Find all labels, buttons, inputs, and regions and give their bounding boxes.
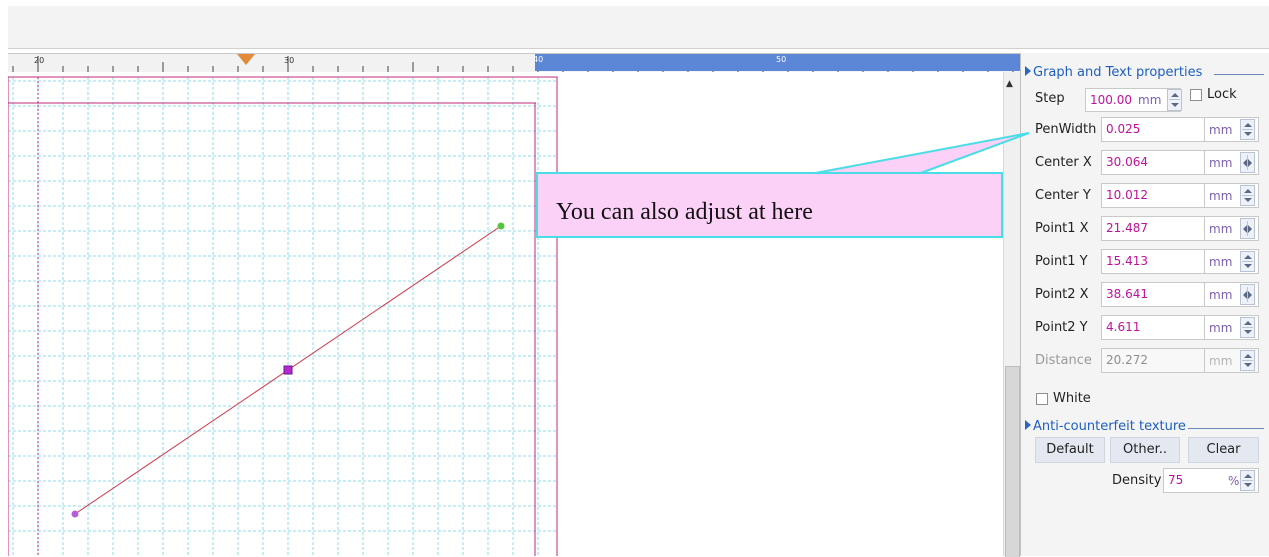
density-spinner[interactable] bbox=[1240, 470, 1255, 491]
step-value: 100.00 bbox=[1090, 93, 1132, 107]
step-spinner[interactable] bbox=[1167, 89, 1182, 111]
center-x-label: Center X bbox=[1035, 155, 1092, 170]
callout-text: You can also adjust at here bbox=[556, 199, 813, 225]
point2-x-value: 38.641 bbox=[1106, 287, 1148, 301]
center-x-input[interactable]: 30.064 bbox=[1101, 150, 1205, 175]
white-label: White bbox=[1053, 391, 1091, 406]
point2-x-horizontal-spinner[interactable] bbox=[1240, 284, 1255, 305]
section-title: Anti-counterfeit texture bbox=[1033, 419, 1186, 434]
line-endpoint-2-handle[interactable] bbox=[497, 222, 505, 230]
point1-x-input[interactable]: 21.487 bbox=[1101, 216, 1205, 241]
penwidth-unit: mm bbox=[1209, 123, 1233, 137]
point2-y-unit: mm bbox=[1209, 321, 1233, 335]
ruler-label-30: 30 bbox=[284, 56, 295, 65]
section-divider bbox=[1188, 428, 1264, 429]
white-checkbox[interactable] bbox=[1036, 393, 1048, 405]
page-boundary bbox=[8, 76, 558, 556]
ruler-position-marker[interactable] bbox=[237, 54, 255, 65]
penwidth-label: PenWidth bbox=[1035, 122, 1097, 137]
lock-checkbox[interactable] bbox=[1190, 89, 1202, 101]
center-y-value: 10.012 bbox=[1106, 188, 1148, 202]
ruler-label-50: 50 bbox=[776, 55, 787, 64]
center-y-unit: mm bbox=[1209, 189, 1233, 203]
distance-spinner bbox=[1240, 350, 1255, 371]
scroll-up-arrow-icon[interactable]: ▲ bbox=[1006, 79, 1013, 89]
center-x-value: 30.064 bbox=[1106, 155, 1148, 169]
point2-y-spinner[interactable] bbox=[1240, 317, 1255, 338]
density-value: 75 bbox=[1168, 473, 1184, 487]
center-x-unit: mm bbox=[1209, 156, 1233, 170]
point1-y-value: 15.413 bbox=[1106, 254, 1148, 268]
canvas-svg bbox=[8, 76, 558, 556]
point1-y-label: Point1 Y bbox=[1035, 254, 1088, 269]
section-divider bbox=[1214, 74, 1264, 75]
center-y-input[interactable]: 10.012 bbox=[1101, 183, 1205, 208]
distance-value: 20.272 bbox=[1106, 353, 1148, 367]
point1-x-horizontal-spinner[interactable] bbox=[1240, 218, 1255, 239]
section-expand-icon bbox=[1025, 66, 1031, 76]
density-unit: % bbox=[1228, 474, 1240, 488]
section-anti-counterfeit-texture[interactable]: Anti-counterfeit texture bbox=[1025, 419, 1186, 434]
point2-x-label: Point2 X bbox=[1035, 287, 1089, 302]
point1-y-unit: mm bbox=[1209, 255, 1233, 269]
point1-x-value: 21.487 bbox=[1106, 221, 1148, 235]
step-label: Step bbox=[1035, 91, 1065, 106]
grid-lines bbox=[8, 77, 557, 556]
distance-label: Distance bbox=[1035, 353, 1092, 368]
section-expand-icon bbox=[1025, 420, 1031, 430]
ruler-active-range: 40 50 bbox=[533, 54, 1020, 71]
point2-y-label: Point2 Y bbox=[1035, 320, 1088, 335]
drawing-canvas[interactable] bbox=[8, 72, 1020, 556]
point2-y-input[interactable]: 4.611 bbox=[1101, 315, 1205, 340]
scrollbar-thumb[interactable] bbox=[1005, 366, 1020, 557]
distance-input: 20.272 bbox=[1101, 348, 1205, 373]
distance-unit: mm bbox=[1209, 354, 1233, 368]
ruler-label-20: 20 bbox=[34, 56, 45, 65]
step-unit: mm bbox=[1138, 93, 1162, 107]
point1-x-label: Point1 X bbox=[1035, 221, 1089, 236]
section-title: Graph and Text properties bbox=[1033, 65, 1203, 80]
section-graph-text-properties[interactable]: Graph and Text properties bbox=[1025, 65, 1202, 80]
center-y-label: Center Y bbox=[1035, 188, 1091, 203]
penwidth-value: 0.025 bbox=[1106, 122, 1141, 136]
penwidth-input[interactable]: 0.025 bbox=[1101, 117, 1205, 142]
toolbar bbox=[8, 6, 1269, 49]
center-y-spinner[interactable] bbox=[1240, 185, 1255, 206]
point2-y-value: 4.611 bbox=[1106, 320, 1141, 334]
penwidth-spinner[interactable] bbox=[1240, 119, 1255, 140]
other-button[interactable]: Other.. bbox=[1110, 437, 1180, 463]
density-label: Density bbox=[1112, 473, 1162, 488]
line-center-handle[interactable] bbox=[283, 365, 293, 375]
lock-label: Lock bbox=[1207, 87, 1237, 102]
point1-y-spinner[interactable] bbox=[1240, 251, 1255, 272]
line-endpoint-1-handle[interactable] bbox=[71, 510, 79, 518]
center-x-horizontal-spinner[interactable] bbox=[1240, 152, 1255, 173]
default-button[interactable]: Default bbox=[1035, 437, 1105, 463]
clear-button[interactable]: Clear bbox=[1188, 437, 1259, 463]
point1-y-input[interactable]: 15.413 bbox=[1101, 249, 1205, 274]
point2-x-input[interactable]: 38.641 bbox=[1101, 282, 1205, 307]
point1-x-unit: mm bbox=[1209, 222, 1233, 236]
point2-x-unit: mm bbox=[1209, 288, 1233, 302]
ruler-label-40: 40 bbox=[533, 55, 544, 64]
